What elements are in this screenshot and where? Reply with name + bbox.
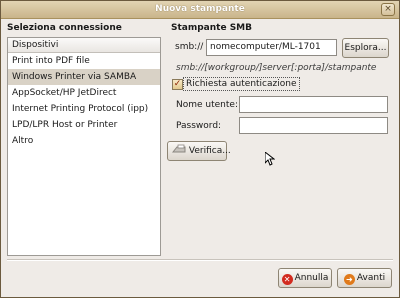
cancel-icon: ✕ <box>281 274 293 285</box>
smb-path-input[interactable]: nomecomputer/ML-1701 <box>206 39 337 56</box>
close-icon[interactable]: × <box>381 3 395 16</box>
smb-prefix-label: smb:// <box>175 42 204 52</box>
forward-arrow-icon: ➜ <box>343 274 355 285</box>
smb-heading: Stampante SMB <box>171 23 252 33</box>
list-column-header[interactable]: Dispositivi <box>8 38 160 53</box>
forward-label: Avanti <box>356 273 386 283</box>
auth-checkbox-label[interactable]: Richiesta autenticazione <box>183 77 300 91</box>
username-label: Nome utente: <box>176 100 238 110</box>
smb-format-hint: smb://[workgroup/]server[:porta]/stampan… <box>176 63 377 73</box>
browse-button[interactable]: Esplora... <box>342 38 389 58</box>
list-item[interactable]: Altro <box>8 133 160 149</box>
connection-list[interactable]: Dispositivi Print into PDF file Windows … <box>7 37 161 256</box>
verify-button[interactable]: Verifica... <box>167 141 231 161</box>
list-item[interactable]: AppSocket/HP JetDirect <box>8 85 160 101</box>
mouse-pointer-icon <box>265 152 275 166</box>
connection-heading: Seleziona connessione <box>7 23 122 33</box>
dialog-window: Nuova stampante × Seleziona connessione … <box>0 0 400 298</box>
forward-button[interactable]: ➜ Avanti <box>337 268 392 288</box>
username-field[interactable] <box>239 96 388 113</box>
list-item[interactable]: LPD/LPR Host or Printer <box>8 117 160 133</box>
printer-icon <box>171 144 186 153</box>
verify-label: Verifica... <box>188 146 231 156</box>
password-label: Password: <box>176 121 222 131</box>
window-title: Nuova stampante <box>155 4 245 14</box>
title-bar[interactable]: Nuova stampante × <box>1 1 399 19</box>
cancel-label: Annulla <box>294 273 329 283</box>
list-item[interactable]: Internet Printing Protocol (ipp) <box>8 101 160 117</box>
password-field[interactable] <box>239 117 388 134</box>
list-item-selected[interactable]: Windows Printer via SAMBA <box>8 69 160 85</box>
check-icon[interactable]: ✓ <box>172 79 183 90</box>
cancel-button[interactable]: ✕ Annulla <box>278 268 332 288</box>
footer-separator <box>7 259 393 261</box>
list-item[interactable]: Print into PDF file <box>8 53 160 69</box>
